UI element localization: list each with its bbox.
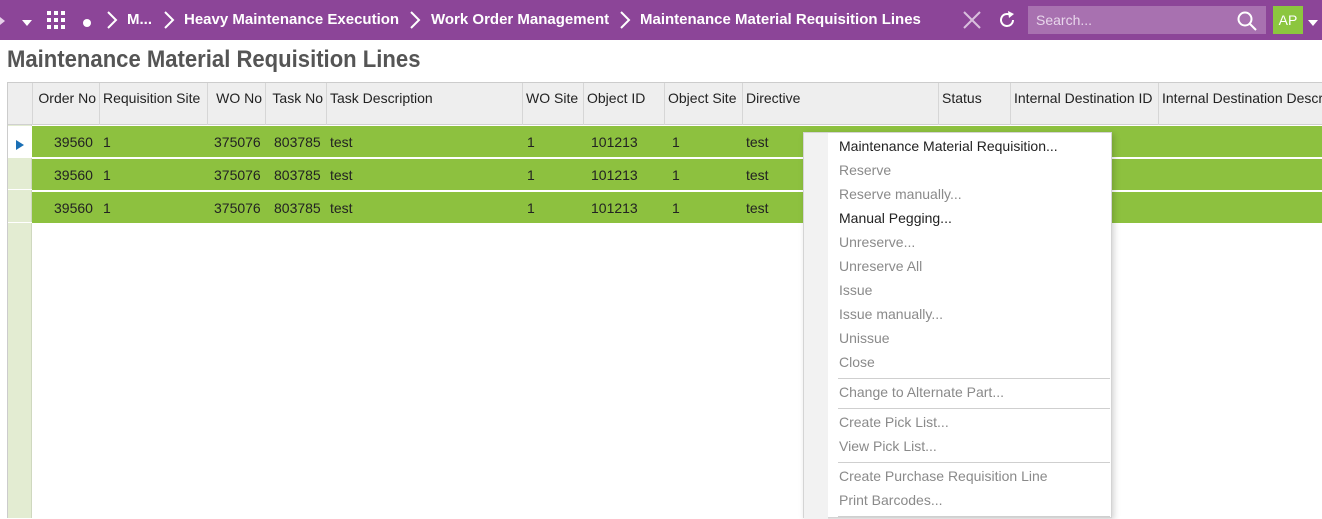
cell-object-id: 101213 bbox=[591, 200, 638, 216]
column-header-task-description[interactable]: Task Description bbox=[326, 83, 522, 125]
cell-object-id: 101213 bbox=[591, 134, 638, 150]
column-header-directive[interactable]: Directive bbox=[742, 83, 938, 125]
cell-task-description: test bbox=[330, 167, 353, 183]
cell-directive: test bbox=[746, 167, 769, 183]
column-header-internal-destination-descr[interactable]: Internal Destination Descr bbox=[1158, 83, 1322, 125]
user-avatar[interactable]: AP bbox=[1273, 6, 1303, 34]
cell-order-no: 39560 bbox=[54, 134, 93, 150]
column-header-object-id[interactable]: Object ID bbox=[583, 83, 664, 125]
table-row[interactable]: 39560 1 375076 803785 test 1 101213 1 te… bbox=[32, 126, 1322, 158]
cell-task-description: test bbox=[330, 200, 353, 216]
column-header-wo-no[interactable]: WO No bbox=[207, 83, 265, 125]
menu-item-unreserve-all[interactable]: Unreserve All bbox=[839, 258, 922, 274]
cell-requisition-site: 1 bbox=[103, 200, 111, 216]
dot-icon[interactable] bbox=[82, 15, 92, 27]
menu-item-create-pick-list[interactable]: Create Pick List... bbox=[839, 414, 949, 430]
menu-item-print-barcodes[interactable]: Print Barcodes... bbox=[839, 492, 943, 508]
menu-item-issue-manually[interactable]: Issue manually... bbox=[839, 306, 943, 322]
search-box[interactable] bbox=[1028, 6, 1266, 34]
cell-directive: test bbox=[746, 200, 769, 216]
cell-directive: test bbox=[746, 134, 769, 150]
menu-icon-column bbox=[804, 133, 828, 519]
column-header-object-site[interactable]: Object Site bbox=[664, 83, 742, 125]
menu-item-manual-pegging[interactable]: Manual Pegging... bbox=[839, 210, 952, 226]
page-title: Maintenance Material Requisition Lines bbox=[7, 46, 421, 73]
chevron-right-icon bbox=[160, 9, 178, 31]
app-grid-icon[interactable] bbox=[46, 10, 66, 30]
cell-wo-no: 375076 bbox=[214, 200, 261, 216]
menu-item-view-pick-list[interactable]: View Pick List... bbox=[839, 438, 937, 454]
menu-separator bbox=[838, 516, 1110, 517]
cell-task-no: 803785 bbox=[274, 167, 321, 183]
table-row[interactable]: 39560 1 375076 803785 test 1 101213 1 te… bbox=[32, 159, 1322, 191]
menu-separator bbox=[838, 462, 1110, 463]
cell-wo-no: 375076 bbox=[214, 134, 261, 150]
context-menu: Maintenance Material Requisition... Rese… bbox=[803, 132, 1112, 519]
cell-requisition-site: 1 bbox=[103, 134, 111, 150]
search-icon[interactable] bbox=[1236, 10, 1258, 32]
column-header-internal-destination-id[interactable]: Internal Destination ID bbox=[1010, 83, 1158, 125]
top-navigation-bar: M... Heavy Maintenance Execution Work Or… bbox=[0, 0, 1322, 40]
menu-item-close[interactable]: Close bbox=[839, 354, 875, 370]
column-header-status[interactable]: Status bbox=[938, 83, 1010, 125]
cell-wo-site: 1 bbox=[527, 200, 535, 216]
row-selected-arrow-icon bbox=[16, 137, 24, 155]
cell-object-site: 1 bbox=[672, 167, 680, 183]
close-icon[interactable] bbox=[962, 10, 982, 30]
menu-item-maintenance-material-requisition[interactable]: Maintenance Material Requisition... bbox=[839, 138, 1058, 154]
cell-wo-site: 1 bbox=[527, 167, 535, 183]
cell-order-no: 39560 bbox=[54, 200, 93, 216]
table-row[interactable]: 39560 1 375076 803785 test 1 101213 1 te… bbox=[32, 192, 1322, 224]
column-header-select bbox=[8, 83, 32, 125]
caret-down-icon[interactable] bbox=[20, 15, 34, 26]
requisition-lines-grid: Order No Requisition Site WO No Task No … bbox=[7, 82, 1322, 518]
breadcrumb-item[interactable]: Work Order Management bbox=[431, 11, 609, 28]
cell-object-id: 101213 bbox=[591, 167, 638, 183]
menu-separator bbox=[838, 378, 1110, 379]
chevron-right-icon bbox=[616, 9, 634, 31]
menu-item-reserve[interactable]: Reserve bbox=[839, 162, 891, 178]
chevron-right-icon bbox=[406, 9, 424, 31]
row-selector-column bbox=[8, 125, 32, 518]
cell-object-site: 1 bbox=[672, 200, 680, 216]
menu-item-reserve-manually[interactable]: Reserve manually... bbox=[839, 186, 962, 202]
cell-wo-no: 375076 bbox=[214, 167, 261, 183]
search-input[interactable] bbox=[1028, 6, 1228, 34]
cell-task-description: test bbox=[330, 134, 353, 150]
breadcrumb-item[interactable]: Heavy Maintenance Execution bbox=[184, 11, 399, 28]
chevron-right-icon bbox=[103, 9, 121, 31]
breadcrumb-current: Maintenance Material Requisition Lines bbox=[640, 11, 921, 28]
menu-item-issue[interactable]: Issue bbox=[839, 282, 872, 298]
left-edge-arrow-icon[interactable] bbox=[0, 14, 6, 26]
grid-header: Order No Requisition Site WO No Task No … bbox=[8, 83, 1322, 125]
cell-wo-site: 1 bbox=[527, 134, 535, 150]
cell-object-site: 1 bbox=[672, 134, 680, 150]
row-selector[interactable] bbox=[8, 191, 32, 223]
cell-task-no: 803785 bbox=[274, 134, 321, 150]
column-header-requisition-site[interactable]: Requisition Site bbox=[99, 83, 207, 125]
row-selector[interactable] bbox=[8, 158, 32, 190]
menu-item-change-to-alternate-part[interactable]: Change to Alternate Part... bbox=[839, 384, 1004, 400]
column-header-wo-site[interactable]: WO Site bbox=[522, 83, 583, 125]
row-selector[interactable] bbox=[8, 126, 32, 158]
breadcrumb-item[interactable]: M... bbox=[127, 11, 152, 28]
menu-item-create-purchase-requisition-line[interactable]: Create Purchase Requisition Line bbox=[839, 468, 1048, 484]
column-header-order-no[interactable]: Order No bbox=[32, 83, 99, 125]
cell-requisition-site: 1 bbox=[103, 167, 111, 183]
cell-task-no: 803785 bbox=[274, 200, 321, 216]
refresh-icon[interactable] bbox=[996, 9, 1018, 31]
column-header-task-no[interactable]: Task No bbox=[265, 83, 326, 125]
dropdown-icon[interactable] bbox=[1307, 15, 1319, 26]
menu-item-unissue[interactable]: Unissue bbox=[839, 330, 890, 346]
cell-order-no: 39560 bbox=[54, 167, 93, 183]
menu-item-unreserve[interactable]: Unreserve... bbox=[839, 234, 915, 250]
menu-separator bbox=[838, 408, 1110, 409]
